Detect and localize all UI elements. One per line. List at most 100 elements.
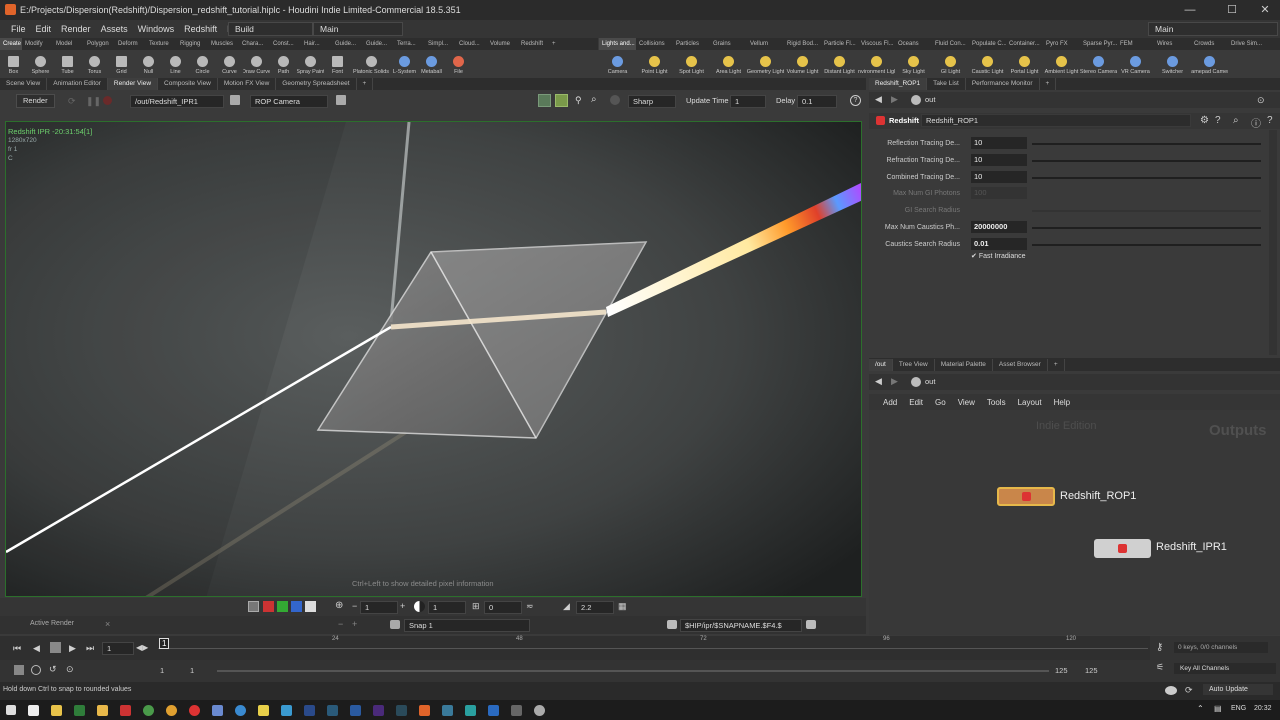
app-icon[interactable] [212, 704, 223, 716]
offset-field[interactable]: 0 [484, 601, 522, 614]
node-redshift-rop1[interactable] [997, 487, 1055, 506]
tool-volume-light[interactable]: Volume Light [784, 54, 821, 75]
tool-draw-curve[interactable]: Draw Curve [243, 54, 270, 75]
snap-select[interactable]: Snap 1 [404, 619, 530, 632]
tool-font[interactable]: Font [324, 54, 351, 75]
shelf-tab[interactable]: Rigid Bod... [784, 38, 821, 50]
green-channel-icon[interactable] [277, 601, 288, 612]
params-path[interactable]: out [925, 95, 935, 104]
snapshot-icon[interactable] [390, 620, 400, 629]
zoom-icon[interactable]: ⌕ [591, 94, 597, 105]
fast-irradiance-toggle[interactable]: ✔ Fast Irradiance [971, 252, 1026, 260]
network-menu-item[interactable]: Add [877, 398, 903, 407]
shelf-tab[interactable]: Populate C... [969, 38, 1006, 50]
auto-update-select[interactable]: Auto Update [1203, 684, 1273, 695]
play-icon[interactable]: ▶ [69, 643, 76, 654]
pane-tab[interactable]: Material Palette [935, 358, 993, 371]
shelf-tab[interactable]: Rigging [177, 38, 208, 50]
app-m-icon[interactable] [28, 704, 39, 716]
tool-sky-light[interactable]: Sky Light [895, 54, 932, 75]
settings-icon[interactable]: ⊙ [66, 664, 74, 675]
key-icon[interactable]: ⚷ [1156, 642, 1163, 653]
shelf-tab[interactable]: Sparse Pyr... [1080, 38, 1117, 50]
tool-portal-light[interactable]: Portal Light [1006, 54, 1043, 75]
menu-edit[interactable]: Edit [31, 20, 57, 38]
tool-metaball[interactable]: Metaball [418, 54, 445, 75]
shelf-tab[interactable]: Texture [146, 38, 177, 50]
forward-arrow-icon[interactable]: ▶ [891, 376, 898, 387]
histogram-icon[interactable]: ▦ [618, 601, 627, 612]
tool-vr-camera[interactable]: VR Camera [1117, 54, 1154, 75]
app-icon[interactable] [51, 704, 62, 716]
lock-icon[interactable] [667, 620, 677, 629]
tool-gi-light[interactable]: GI Light [932, 54, 969, 75]
clock[interactable]: 20:32 [1254, 705, 1272, 712]
shelf-tab[interactable]: FEM [1117, 38, 1154, 50]
gamma-field[interactable]: 2.2 [576, 601, 614, 614]
pane-tab[interactable]: Take List [927, 78, 966, 90]
network-tray-icon[interactable]: ▤ [1214, 704, 1222, 713]
app-icon[interactable] [442, 704, 453, 716]
help-icon[interactable]: ? [850, 95, 861, 106]
shelf-tab[interactable]: Crowds [1191, 38, 1228, 50]
shelf-tab[interactable]: Terra... [394, 38, 425, 50]
shelf-tab[interactable]: Vellum [747, 38, 784, 50]
tool-platonic-solids[interactable]: Platonic Solids [351, 54, 391, 75]
help-params-icon[interactable]: ? [1215, 115, 1221, 126]
shelf-tab[interactable]: Muscles [208, 38, 239, 50]
blue-channel-icon[interactable] [291, 601, 302, 612]
back-arrow-icon[interactable]: ◀ [875, 94, 882, 105]
app-icon[interactable] [281, 704, 292, 716]
app-icon[interactable] [120, 704, 131, 716]
contrast-icon[interactable] [414, 601, 425, 612]
shelf-tab[interactable]: Drive Sim... [1228, 38, 1265, 50]
param-value-field[interactable]: 0.01 [971, 238, 1027, 250]
tool-ambient-light[interactable]: Ambient Light [1043, 54, 1080, 75]
param-value-field[interactable]: 20000000 [971, 221, 1027, 233]
gear-icon[interactable]: ⚙ [1200, 115, 1209, 126]
add-pane-tab-icon[interactable]: + [1040, 78, 1057, 90]
tool-point-light[interactable]: Point Light [636, 54, 673, 75]
tool-spray-paint[interactable]: Spray Paint [297, 54, 324, 75]
houdini-taskbar-icon[interactable] [419, 704, 430, 716]
maximize-button[interactable]: ☐ [1214, 0, 1250, 20]
network-path[interactable]: out [925, 377, 935, 386]
offset-icon[interactable]: ⊞ [472, 601, 480, 612]
delay-field[interactable]: 0.1 [797, 95, 837, 108]
param-slider[interactable] [1032, 160, 1261, 162]
shelf-tab[interactable]: Deform [115, 38, 146, 50]
shelf-tab[interactable]: Viscous Fl... [858, 38, 895, 50]
app-icon[interactable] [304, 704, 315, 716]
tool-tube[interactable]: Tube [54, 54, 81, 75]
param-value-field[interactable]: 10 [971, 171, 1027, 183]
menu-assets[interactable]: Assets [96, 20, 133, 38]
desktop-select-far[interactable]: Main [1148, 22, 1278, 36]
tool-gamepad-camera[interactable]: Gamepad Camera [1191, 54, 1228, 75]
shelf-tab[interactable]: Hair... [301, 38, 332, 50]
back-arrow-icon[interactable]: ◀ [875, 376, 882, 387]
app-icon[interactable] [373, 704, 384, 716]
menu-redshift[interactable]: Redshift [179, 20, 222, 38]
end-frame-2[interactable]: 125 [1085, 666, 1098, 675]
gamma-icon[interactable]: ◢ [563, 601, 570, 612]
param-value-field[interactable]: 10 [971, 137, 1027, 149]
shelf-tab[interactable]: Particle Fl... [821, 38, 858, 50]
language-indicator[interactable]: ENG [1231, 705, 1246, 712]
loop-icon[interactable]: ↺ [49, 664, 57, 675]
render-viewport[interactable] [5, 121, 862, 597]
pane-tab[interactable]: /out [869, 358, 893, 371]
app-icon[interactable] [465, 704, 476, 716]
red-channel-icon[interactable] [263, 601, 274, 612]
pin-icon[interactable] [230, 95, 240, 105]
tool-torus[interactable]: Torus [81, 54, 108, 75]
render-button[interactable]: Render [16, 94, 55, 108]
node-name-field[interactable]: Redshift_ROP1 [921, 114, 1191, 127]
shelf-tab[interactable]: Simpl... [425, 38, 456, 50]
node-label[interactable]: Redshift_ROP1 [1060, 490, 1136, 502]
audio-icon[interactable] [31, 665, 41, 675]
layers-icon[interactable]: ⊕ [335, 600, 343, 611]
snap-path-field[interactable]: $HIP/ipr/$SNAPNAME.$F4.$ [680, 619, 802, 632]
tool-geometry-light[interactable]: Geometry Light [747, 54, 784, 75]
pane-tab[interactable]: Performance Monitor [966, 78, 1040, 90]
active-render-label[interactable]: Active Render [30, 620, 74, 627]
